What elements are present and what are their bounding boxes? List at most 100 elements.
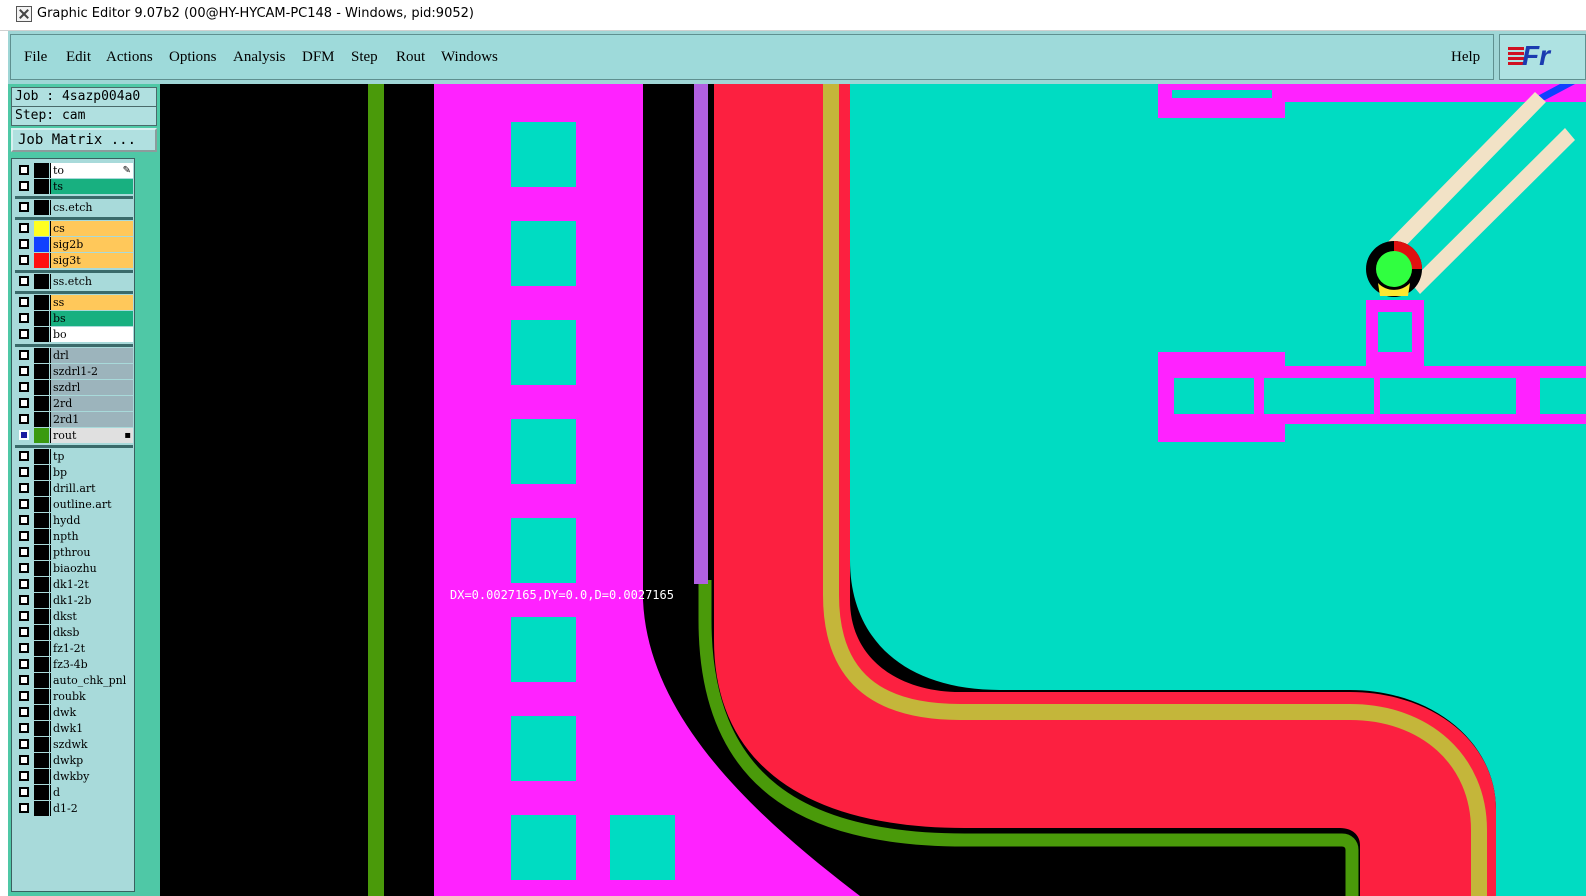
layer-row-dwkby[interactable]: dwkby	[15, 769, 133, 784]
layer-name[interactable]: rout	[50, 428, 133, 443]
layer-row-bo[interactable]: bo	[15, 327, 133, 342]
layer-name[interactable]: biaozhu	[50, 561, 133, 576]
layer-row-outline-art[interactable]: outline.art	[15, 497, 133, 512]
layer-name[interactable]: pthrou	[50, 545, 133, 560]
layer-row-dwkp[interactable]: dwkp	[15, 753, 133, 768]
layer-row-pthrou[interactable]: pthrou	[15, 545, 133, 560]
layer-checkbox[interactable]	[19, 329, 29, 339]
layer-color-swatch[interactable]	[34, 274, 49, 289]
layer-row-szdwk[interactable]: szdwk	[15, 737, 133, 752]
layer-name[interactable]: ts	[50, 179, 133, 194]
layer-color-swatch[interactable]	[34, 221, 49, 236]
layer-name[interactable]: szdwk	[50, 737, 133, 752]
layer-name[interactable]: 2rd	[50, 396, 133, 411]
layer-color-swatch[interactable]	[34, 753, 49, 768]
layer-color-swatch[interactable]	[34, 737, 49, 752]
layer-checkbox[interactable]	[19, 691, 29, 701]
layer-color-swatch[interactable]	[34, 689, 49, 704]
layer-color-swatch[interactable]	[34, 396, 49, 411]
layer-color-swatch[interactable]	[34, 705, 49, 720]
layer-name[interactable]: d	[50, 785, 133, 800]
layer-color-swatch[interactable]	[34, 801, 49, 816]
layer-color-swatch[interactable]	[34, 200, 49, 215]
layer-row-dwk[interactable]: dwk	[15, 705, 133, 720]
layer-row-dk1-2t[interactable]: dk1-2t	[15, 577, 133, 592]
layer-name[interactable]: szdrl	[50, 380, 133, 395]
layer-color-swatch[interactable]	[34, 657, 49, 672]
layer-checkbox[interactable]	[19, 414, 29, 424]
layer-name[interactable]: szdrl1-2	[50, 364, 133, 379]
layer-color-swatch[interactable]	[34, 481, 49, 496]
layer-checkbox[interactable]	[19, 255, 29, 265]
menu-actions[interactable]: Actions	[106, 49, 153, 66]
layer-color-swatch[interactable]	[34, 673, 49, 688]
layer-color-swatch[interactable]	[34, 295, 49, 310]
layer-name[interactable]: ss	[50, 295, 133, 310]
layer-name[interactable]: tp	[50, 449, 133, 464]
layer-checkbox[interactable]	[19, 382, 29, 392]
layer-row-ss[interactable]: ss	[15, 295, 133, 310]
layer-color-swatch[interactable]	[34, 593, 49, 608]
layer-checkbox[interactable]	[19, 451, 29, 461]
layer-checkbox[interactable]	[19, 659, 29, 669]
layer-checkbox[interactable]	[19, 563, 29, 573]
layer-name[interactable]: bo	[50, 327, 133, 342]
layer-name[interactable]: sig2b	[50, 237, 133, 252]
layer-name[interactable]: roubk	[50, 689, 133, 704]
layer-checkbox[interactable]	[19, 611, 29, 621]
layer-color-swatch[interactable]	[34, 449, 49, 464]
layer-row-2rd[interactable]: 2rd	[15, 396, 133, 411]
layer-checkbox[interactable]	[19, 675, 29, 685]
layer-checkbox[interactable]	[19, 350, 29, 360]
layer-name[interactable]: to	[50, 163, 133, 178]
layer-row-d[interactable]: d	[15, 785, 133, 800]
layer-name[interactable]: dwk1	[50, 721, 133, 736]
layer-name[interactable]: bs	[50, 311, 133, 326]
menu-options[interactable]: Options	[169, 49, 217, 66]
layer-color-swatch[interactable]	[34, 609, 49, 624]
layer-name[interactable]: auto_chk_pnl	[50, 673, 133, 688]
layer-row-ts[interactable]: ts	[15, 179, 133, 194]
layer-name[interactable]: 2rd1	[50, 412, 133, 427]
layer-checkbox[interactable]	[19, 398, 29, 408]
menu-help[interactable]: Help	[1451, 49, 1480, 66]
layer-checkbox[interactable]	[19, 223, 29, 233]
layer-row-szdrl[interactable]: szdrl	[15, 380, 133, 395]
layer-checkbox[interactable]	[19, 771, 29, 781]
menu-edit[interactable]: Edit	[66, 49, 91, 66]
layer-name[interactable]: fz3-4b	[50, 657, 133, 672]
layer-name[interactable]: dksb	[50, 625, 133, 640]
layer-checkbox[interactable]	[19, 755, 29, 765]
layer-name[interactable]: outline.art	[50, 497, 133, 512]
layer-name[interactable]: dk1-2b	[50, 593, 133, 608]
layer-checkbox[interactable]	[19, 483, 29, 493]
menu-dfm[interactable]: DFM	[302, 49, 335, 66]
layer-color-swatch[interactable]	[34, 545, 49, 560]
layer-color-swatch[interactable]	[34, 641, 49, 656]
layer-color-swatch[interactable]	[34, 311, 49, 326]
menu-rout[interactable]: Rout	[396, 49, 425, 66]
layer-name[interactable]: hydd	[50, 513, 133, 528]
layer-row-npth[interactable]: npth	[15, 529, 133, 544]
layer-checkbox[interactable]	[19, 467, 29, 477]
layer-row-dkst[interactable]: dkst	[15, 609, 133, 624]
layer-color-swatch[interactable]	[34, 625, 49, 640]
layer-checkbox[interactable]	[19, 723, 29, 733]
layer-row-2rd1[interactable]: 2rd1	[15, 412, 133, 427]
layer-color-swatch[interactable]	[34, 513, 49, 528]
layer-name[interactable]: bp	[50, 465, 133, 480]
layer-row-ss-etch[interactable]: ss.etch	[15, 274, 133, 289]
layer-row-d1-2[interactable]: d1-2	[15, 801, 133, 816]
layer-checkbox[interactable]	[19, 515, 29, 525]
layer-row-to[interactable]: to ✎	[15, 163, 133, 178]
layer-row-roubk[interactable]: roubk	[15, 689, 133, 704]
layer-color-swatch[interactable]	[34, 179, 49, 194]
menu-windows[interactable]: Windows	[441, 49, 498, 66]
layer-name[interactable]: npth	[50, 529, 133, 544]
layer-row-bp[interactable]: bp	[15, 465, 133, 480]
layer-name[interactable]: drl	[50, 348, 133, 363]
layer-color-swatch[interactable]	[34, 253, 49, 268]
layer-row-rout[interactable]: rout ▪	[15, 428, 133, 443]
layer-row-dk1-2b[interactable]: dk1-2b	[15, 593, 133, 608]
layer-row-dksb[interactable]: dksb	[15, 625, 133, 640]
